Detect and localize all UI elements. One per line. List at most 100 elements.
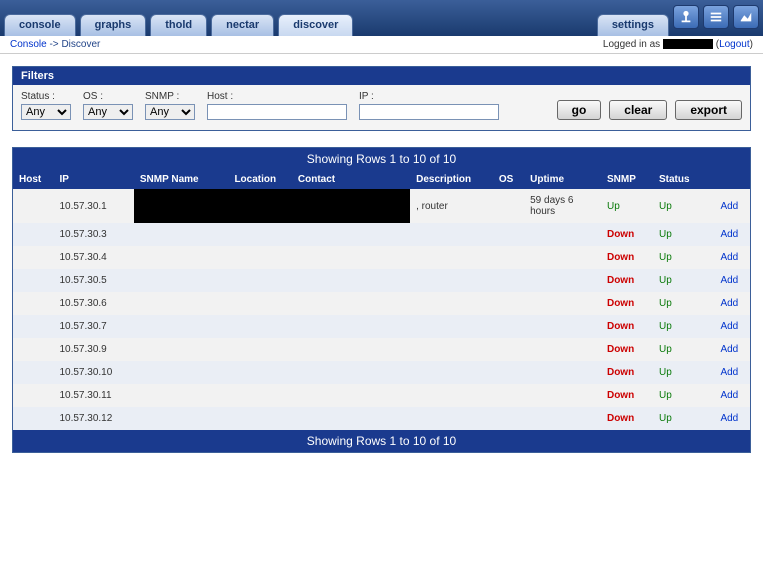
snmp-label: SNMP : <box>145 91 195 102</box>
cell-snmp: Down <box>601 338 653 361</box>
tab-graphs[interactable]: graphs <box>80 14 147 36</box>
cell-uptime <box>524 292 601 315</box>
cell-location <box>228 292 291 315</box>
cell-snmp-name <box>134 292 229 315</box>
col-contact[interactable]: Contact <box>292 170 410 189</box>
os-select[interactable]: Any <box>83 104 133 120</box>
col-host[interactable]: Host <box>13 170 53 189</box>
cell-description <box>410 361 493 384</box>
cell-location: XXXX <box>228 189 291 223</box>
cell-os <box>493 189 524 223</box>
rows-banner-bottom: Showing Rows 1 to 10 of 10 <box>13 430 750 452</box>
cell-uptime <box>524 246 601 269</box>
cell-os <box>493 407 524 430</box>
cell-contact <box>292 246 410 269</box>
table-header-row: Host IP SNMP Name Location Contact Descr… <box>13 170 750 189</box>
cell-location <box>228 269 291 292</box>
go-button[interactable]: go <box>557 100 602 120</box>
cell-status: Up <box>653 189 714 223</box>
tab-settings[interactable]: settings <box>597 14 669 36</box>
cell-add[interactable]: Add <box>714 246 750 269</box>
table-row: 10.57.30.3DownUpAdd <box>13 223 750 246</box>
tab-discover[interactable]: discover <box>278 14 353 36</box>
cell-description <box>410 407 493 430</box>
cell-os <box>493 246 524 269</box>
cell-add[interactable]: Add <box>714 407 750 430</box>
cell-add[interactable]: Add <box>714 292 750 315</box>
cell-add[interactable]: Add <box>714 315 750 338</box>
cell-snmp: Down <box>601 407 653 430</box>
tab-console[interactable]: console <box>4 14 76 36</box>
cell-add[interactable]: Add <box>714 384 750 407</box>
breadcrumb-bar: Console -> Discover Logged in as (Logout… <box>0 36 763 54</box>
preview-icon[interactable] <box>733 5 759 29</box>
col-snmp-name[interactable]: SNMP Name <box>134 170 229 189</box>
cell-add[interactable]: Add <box>714 269 750 292</box>
col-os[interactable]: OS <box>493 170 524 189</box>
cell-uptime <box>524 384 601 407</box>
ip-label: IP : <box>359 91 499 102</box>
cell-uptime <box>524 338 601 361</box>
cell-contact <box>292 292 410 315</box>
ip-input[interactable] <box>359 104 499 120</box>
cell-add[interactable]: Add <box>714 223 750 246</box>
cell-uptime <box>524 269 601 292</box>
cell-add[interactable]: Add <box>714 189 750 223</box>
logout-link[interactable]: Logout <box>719 39 750 50</box>
cell-ip: 10.57.30.5 <box>53 269 133 292</box>
col-location[interactable]: Location <box>228 170 291 189</box>
cell-description <box>410 246 493 269</box>
table-row: 10.57.30.7DownUpAdd <box>13 315 750 338</box>
breadcrumb-console-link[interactable]: Console <box>10 39 47 50</box>
status-select[interactable]: Any <box>21 104 71 120</box>
list-icon[interactable] <box>703 5 729 29</box>
cell-snmp-name <box>134 407 229 430</box>
username-redacted <box>663 39 713 49</box>
breadcrumb-current: Discover <box>61 39 100 50</box>
tree-icon[interactable] <box>673 5 699 29</box>
cell-snmp-name <box>134 269 229 292</box>
cell-status: Up <box>653 223 714 246</box>
breadcrumb: Console -> Discover <box>10 39 100 50</box>
col-snmp[interactable]: SNMP <box>601 170 653 189</box>
col-uptime[interactable]: Uptime <box>524 170 601 189</box>
filters-title: Filters <box>13 67 750 85</box>
results-panel: Showing Rows 1 to 10 of 10 Host IP SNMP … <box>12 147 751 453</box>
col-description[interactable]: Description <box>410 170 493 189</box>
host-input[interactable] <box>207 104 347 120</box>
cell-contact <box>292 315 410 338</box>
cell-status: Up <box>653 407 714 430</box>
results-table: Host IP SNMP Name Location Contact Descr… <box>13 170 750 430</box>
cell-snmp-name <box>134 246 229 269</box>
cell-description <box>410 338 493 361</box>
snmp-select[interactable]: Any <box>145 104 195 120</box>
cell-host <box>13 407 53 430</box>
cell-os <box>493 269 524 292</box>
tab-nectar[interactable]: nectar <box>211 14 274 36</box>
col-status[interactable]: Status <box>653 170 714 189</box>
cell-status: Up <box>653 361 714 384</box>
cell-contact <box>292 384 410 407</box>
login-status: Logged in as (Logout) <box>603 39 753 50</box>
cell-add[interactable]: Add <box>714 338 750 361</box>
cell-status: Up <box>653 315 714 338</box>
cell-location <box>228 338 291 361</box>
cell-snmp: Down <box>601 269 653 292</box>
cell-snmp: Down <box>601 223 653 246</box>
cell-add[interactable]: Add <box>714 361 750 384</box>
export-button[interactable]: export <box>675 100 742 120</box>
clear-button[interactable]: clear <box>609 100 667 120</box>
col-ip[interactable]: IP <box>53 170 133 189</box>
cell-host <box>13 315 53 338</box>
tab-thold[interactable]: thold <box>150 14 207 36</box>
cell-description <box>410 315 493 338</box>
cell-location <box>228 246 291 269</box>
rows-banner-top: Showing Rows 1 to 10 of 10 <box>13 148 750 170</box>
status-label: Status : <box>21 91 71 102</box>
cell-snmp: Down <box>601 384 653 407</box>
cell-contact <box>292 407 410 430</box>
cell-description <box>410 269 493 292</box>
cell-ip: 10.57.30.11 <box>53 384 133 407</box>
table-row: 10.57.30.11DownUpAdd <box>13 384 750 407</box>
cell-contact <box>292 269 410 292</box>
